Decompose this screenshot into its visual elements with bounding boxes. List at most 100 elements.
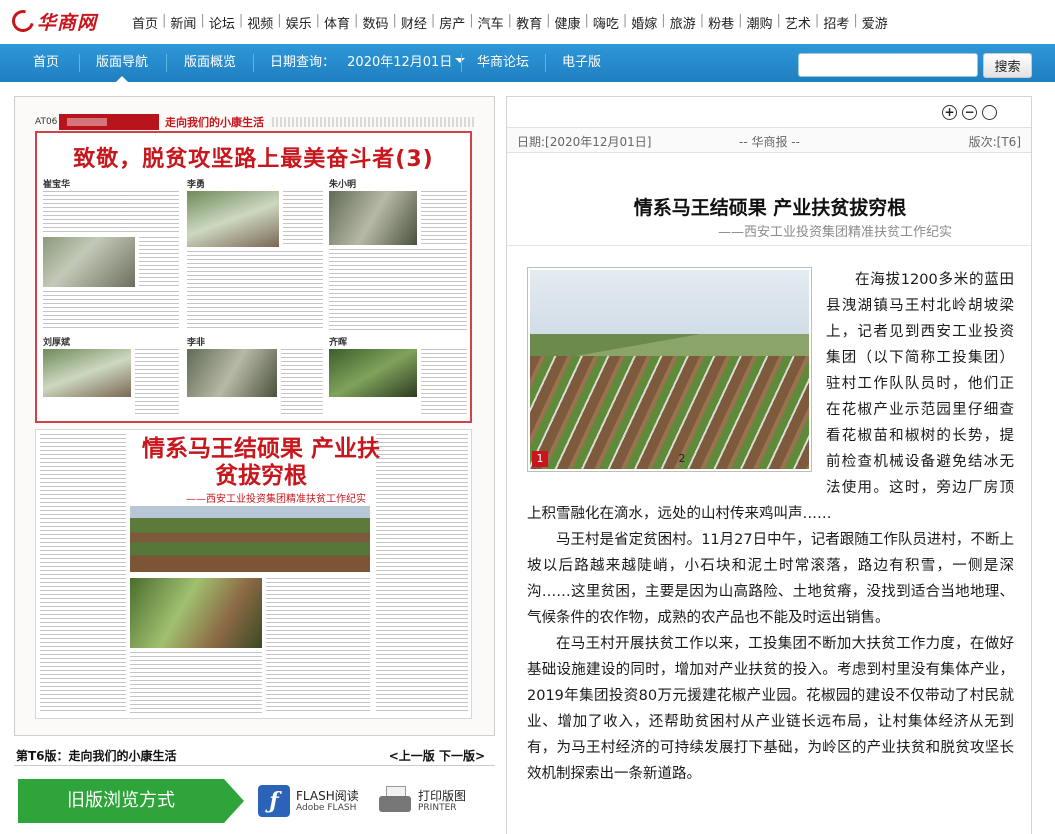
nav-forum[interactable]: 华商论坛: [477, 44, 529, 82]
news-photo: [130, 578, 262, 648]
next-edition-link[interactable]: 下一版>: [439, 749, 485, 763]
logo-text: 华商网: [37, 11, 98, 34]
text-column: [43, 191, 179, 235]
edition-name[interactable]: 走向我们的小康生活: [69, 749, 177, 763]
channel-link[interactable]: 招考: [819, 13, 853, 32]
text-column: [421, 191, 467, 245]
channel-link[interactable]: 爱游: [858, 13, 892, 32]
article-date: 日期:[2020年12月01日]: [517, 135, 652, 149]
hero-name: 李非: [187, 338, 206, 348]
nav-home[interactable]: 首页: [33, 44, 59, 82]
hero-name: 崔宝华: [43, 180, 71, 190]
edition-pager: <上一版 下一版>: [389, 747, 485, 764]
channel-link[interactable]: 娱乐: [282, 13, 316, 32]
news-photo: [187, 191, 279, 247]
article-subtitle: ——西安工业投资集团精准扶贫工作纪实: [717, 225, 952, 240]
hero-name: 朱小明: [329, 180, 357, 190]
font-zoom-controls: + −: [942, 105, 997, 120]
channel-link[interactable]: 婚嫁: [627, 13, 661, 32]
logo-icon: [7, 5, 39, 37]
page-info-bar: 第T6版：走向我们的小康生活 <上一版 下一版>: [14, 744, 495, 766]
nav-epaper[interactable]: 电子版: [562, 44, 601, 82]
nav-layout-overview[interactable]: 版面概览: [184, 44, 236, 82]
current-edition: 第T6版：走向我们的小康生活: [16, 747, 177, 764]
photo-sky: [530, 270, 809, 342]
divider: [507, 245, 1031, 246]
text-column: [135, 349, 179, 417]
old-view-button[interactable]: 旧版浏览方式: [18, 779, 246, 823]
zoom-reset-icon[interactable]: [982, 105, 997, 120]
prev-edition-link[interactable]: <上一版: [389, 749, 435, 763]
text-column: [281, 349, 323, 417]
channel-link[interactable]: 视频: [243, 13, 277, 32]
channel-link[interactable]: 数码: [358, 13, 392, 32]
hero-name: 刘厚斌: [43, 338, 71, 348]
printer-icon: [378, 786, 412, 816]
newspaper-page-image[interactable]: AT06 走向我们的小康生活 致敬，脱贫攻坚路上最美奋斗者(3) 崔宝华 李勇 …: [14, 96, 495, 736]
channel-link[interactable]: 汽车: [474, 13, 508, 32]
page-headline: 致敬，脱贫攻坚路上最美奋斗者(3): [73, 147, 434, 172]
flash-reader-link[interactable]: ƒ FLASH阅读 Adobe FLASH: [258, 782, 359, 820]
nav-divider: [79, 54, 80, 72]
news-photo: [43, 349, 131, 397]
channel-list: 首页 | 新闻 | 论坛 | 视频 | 娱乐 | 体育 | 数码 | 财经 | 房产 | 汽车 | 教育 | 健康 | 嗨吃 | 婚…: [128, 13, 892, 32]
date-query-value[interactable]: 2020年12月01日: [347, 55, 452, 70]
channel-link[interactable]: 粉巷: [704, 13, 738, 32]
search-button[interactable]: 搜索: [983, 53, 1032, 78]
article-paragraph: 在马王村开展扶贫工作以来，工投集团不断加大扶贫工作力度，在做好基础设施建设的同时…: [527, 636, 1014, 782]
article-paragraph: 马王村是省定贫困村。11月27日中午，记者跟随工作队员进村，不断上坡以后路越来越…: [527, 532, 1014, 626]
article-photo[interactable]: 1 2: [527, 267, 812, 472]
channel-link[interactable]: 首页: [128, 13, 162, 32]
page-masthead-band: [59, 114, 159, 130]
zoom-in-icon[interactable]: +: [942, 105, 957, 120]
channel-link[interactable]: 潮购: [743, 13, 777, 32]
article-area-heroes[interactable]: 致敬，脱贫攻坚路上最美奋斗者(3) 崔宝华 李勇 朱小明 刘厚斌 李非 齐晖: [35, 131, 472, 423]
text-column: [187, 251, 323, 331]
article-meta-bar: 日期:[2020年12月01日] -- 华商报 -- 版次:[T6]: [507, 127, 1031, 153]
page-header-strip: AT06 走向我们的小康生活: [35, 113, 475, 131]
old-view-label: 旧版浏览方式: [18, 779, 224, 823]
article-body: 1 2 在海拔1200多米的蓝田县洩湖镇马王村北岭胡坡梁上，记者见到西安工业投资…: [527, 267, 1014, 787]
nav-divider: [545, 54, 546, 72]
text-column: [283, 191, 323, 247]
text-column: [421, 349, 467, 417]
channel-link[interactable]: 嗨吃: [589, 13, 623, 32]
arrow-right-icon: [224, 779, 244, 823]
nav-layout-navigation[interactable]: 版面导航: [96, 44, 148, 82]
news-photo: [130, 506, 370, 572]
nav-divider: [461, 54, 462, 72]
channel-link[interactable]: 新闻: [166, 13, 200, 32]
photo-index-1[interactable]: 1: [532, 451, 548, 467]
zoom-out-icon[interactable]: −: [962, 105, 977, 120]
article-area-mawang[interactable]: 情系马王结硕果 产业扶贫拔穷根 ——西安工业投资集团精准扶贫工作纪实: [35, 429, 472, 719]
article-pane: + − 日期:[2020年12月01日] -- 华商报 -- 版次:[T6] 情…: [506, 96, 1032, 834]
text-column: [40, 434, 126, 714]
page-code: AT06: [35, 117, 58, 127]
date-query[interactable]: 日期查询： 2020年12月01日: [270, 44, 466, 82]
channel-link[interactable]: 教育: [512, 13, 546, 32]
channel-link[interactable]: 健康: [550, 13, 584, 32]
channel-link[interactable]: 旅游: [666, 13, 700, 32]
photo-index-2[interactable]: 2: [674, 451, 690, 467]
text-column: [376, 434, 468, 714]
photo-field: [530, 356, 809, 469]
text-column: [266, 578, 370, 714]
channel-link[interactable]: 体育: [320, 13, 354, 32]
flash-sublabel: Adobe FLASH: [296, 802, 357, 813]
channel-link[interactable]: 论坛: [205, 13, 239, 32]
article-title: 情系马王结硕果 产业扶贫拔穷根: [633, 197, 907, 219]
channel-link[interactable]: 房产: [435, 13, 469, 32]
nav-divider: [253, 54, 254, 72]
channel-link[interactable]: 艺术: [781, 13, 815, 32]
article-paper-name: -- 华商报 --: [739, 135, 800, 149]
flash-label: FLASH阅读: [296, 788, 359, 803]
text-column: [130, 652, 262, 714]
print-sublabel: PRINTER: [418, 802, 457, 813]
search-input[interactable]: [798, 53, 978, 77]
channel-link[interactable]: 财经: [397, 13, 431, 32]
article-version: 版次:[T6]: [968, 135, 1021, 149]
flash-icon: ƒ: [258, 785, 290, 817]
page-story-subtitle: ——西安工业投资集团精准扶贫工作纪实: [186, 494, 366, 505]
print-page-link[interactable]: 打印版图 PRINTER: [378, 782, 466, 820]
site-logo[interactable]: 华商网: [7, 5, 98, 37]
